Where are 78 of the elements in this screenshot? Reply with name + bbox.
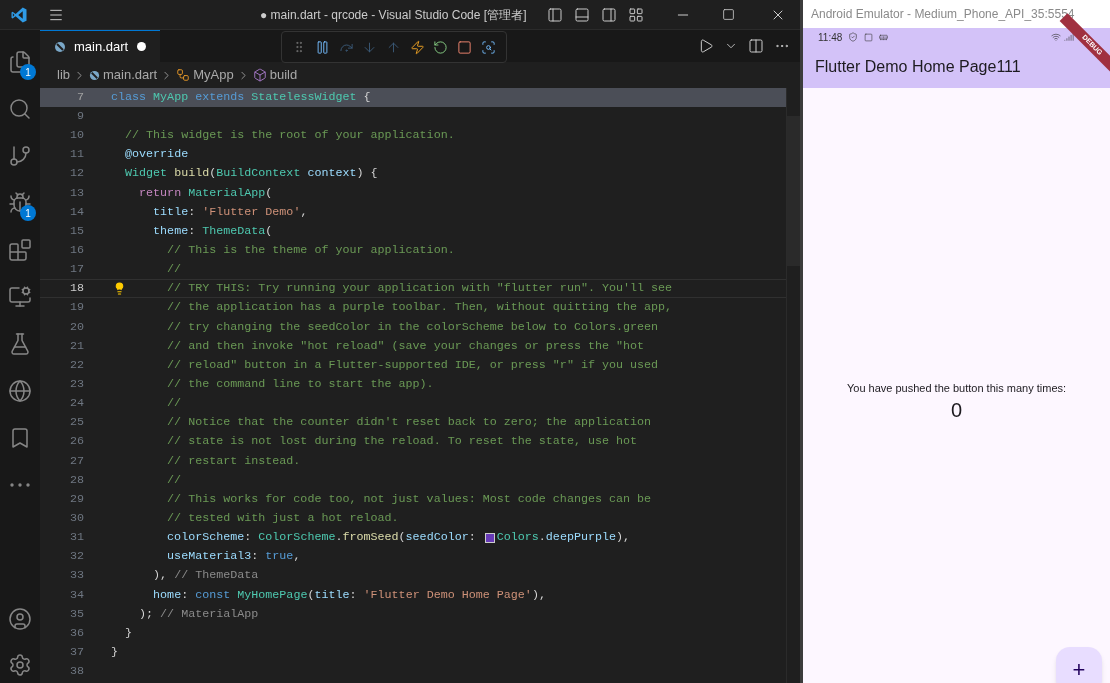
- breadcrumb-item[interactable]: lib: [57, 65, 70, 85]
- status-time: 11:48: [818, 30, 843, 45]
- line-number: 28: [68, 471, 84, 489]
- line-number: 10: [68, 127, 84, 145]
- line-number: 19: [68, 299, 84, 317]
- code-line: // and then invoke "hot reload" (save your changes or press the "hot: [167, 337, 645, 355]
- code-line: class MyApp extends StatelessWidget {: [111, 88, 371, 106]
- code-line: // TRY THIS: Try running your application with "flutter run". You'll see: [167, 280, 673, 298]
- activity-item[interactable]: 1: [0, 179, 40, 226]
- line-number: 25: [68, 414, 84, 432]
- line-number: 7: [76, 88, 84, 106]
- line-number: 29: [68, 490, 84, 508]
- code-line: Widget build(BuildContext context) {: [125, 165, 378, 183]
- line-number: 11: [68, 146, 84, 164]
- code-line: // state is not lost during the reload. To reset the state, use hot: [167, 433, 638, 451]
- line-number: 24: [68, 395, 84, 413]
- code-line: useMaterial3: true,: [167, 548, 301, 566]
- line-number: 9: [76, 108, 84, 125]
- code-line: }: [111, 643, 118, 661]
- breadcrumb-item[interactable]: build: [269, 65, 298, 85]
- line-number: 31: [68, 529, 84, 547]
- breadcrumb-item[interactable]: main.dart: [103, 65, 158, 85]
- notification-badge: 1: [20, 205, 36, 221]
- code-line: ), // ThemeData: [153, 567, 259, 585]
- code-line: return MaterialApp(: [139, 184, 273, 202]
- code-line: //: [167, 261, 182, 279]
- line-number: 37: [68, 643, 84, 661]
- code-text: colorScheme: ColorScheme.fromSeed(seedColor:: [167, 529, 477, 547]
- line-number: 38: [68, 663, 84, 681]
- code-line: title: 'Flutter Demo',: [153, 203, 308, 221]
- code-line: // try changing the seedColor in the colorScheme below to Colors.green: [167, 318, 659, 336]
- activity-item[interactable]: 1: [0, 38, 40, 85]
- line-number: 13: [68, 184, 84, 202]
- line-number: 23: [68, 375, 84, 393]
- code-line: // This works for code too, not just values: Most code changes can be: [167, 490, 652, 508]
- line-number: 32: [68, 548, 84, 566]
- line-number: 26: [68, 433, 84, 451]
- code-line: // the command line to start the app).: [167, 375, 434, 393]
- window-title: ● main.dart - qrcode - Visual Studio Code [管理者]: [260, 6, 527, 24]
- code-line: @override: [125, 146, 189, 164]
- emulator-title: Android Emulator - Medium_Phone_API_35:5554: [811, 6, 1075, 23]
- code-line: // reload" button in a Flutter-supported IDE, or press "r" if you used: [167, 356, 659, 374]
- line-number: 20: [68, 318, 84, 336]
- line-number: 14: [68, 203, 84, 221]
- breadcrumb-item[interactable]: MyApp: [193, 65, 234, 85]
- code-line: // the application has a purple toolbar. Then, without quitting the app,: [167, 299, 673, 317]
- counter-value: 0: [950, 397, 963, 423]
- code-line: // Notice that the counter didn't reset back to zero; the application: [167, 414, 652, 432]
- code-line: //: [167, 395, 182, 413]
- counter-label: You have pushed the button this many times:: [846, 381, 1067, 396]
- code-line: home: const MyHomePage(title: 'Flutter Demo Home Page'),: [153, 586, 546, 604]
- line-number: 18: [68, 280, 84, 298]
- line-number: 33: [68, 567, 84, 585]
- code-line: // This widget is the root of your application.: [125, 127, 455, 145]
- line-number: 15: [68, 222, 84, 240]
- line-number: 36: [68, 624, 84, 642]
- notification-badge: 1: [20, 64, 36, 80]
- code-line: }: [125, 624, 133, 642]
- add-fab[interactable]: +: [1056, 647, 1102, 683]
- line-number: 21: [68, 337, 84, 355]
- line-number: 12: [68, 165, 84, 183]
- line-number: 30: [68, 509, 84, 527]
- line-number: 35: [68, 605, 84, 623]
- line-number: 34: [68, 586, 84, 604]
- line-number: 16: [68, 242, 84, 259]
- code-line: theme: ThemeData(: [153, 222, 273, 240]
- code-line: // restart instead.: [167, 452, 301, 470]
- line-number: 27: [68, 452, 84, 470]
- line-number: 22: [68, 356, 84, 374]
- editor-tab[interactable]: main.dart: [40, 30, 160, 62]
- code-line: //: [167, 471, 182, 489]
- app-title: Flutter Demo Home Page111: [815, 57, 1021, 77]
- code-line: // This is the theme of your application.: [167, 242, 455, 259]
- line-number: 17: [68, 261, 84, 279]
- tab-label: main.dart: [74, 37, 129, 56]
- code-line: // tested with just a hot reload.: [167, 509, 399, 527]
- code-line: ); // MaterialApp: [139, 605, 259, 623]
- code-text: Colors.deepPurple),: [496, 529, 631, 547]
